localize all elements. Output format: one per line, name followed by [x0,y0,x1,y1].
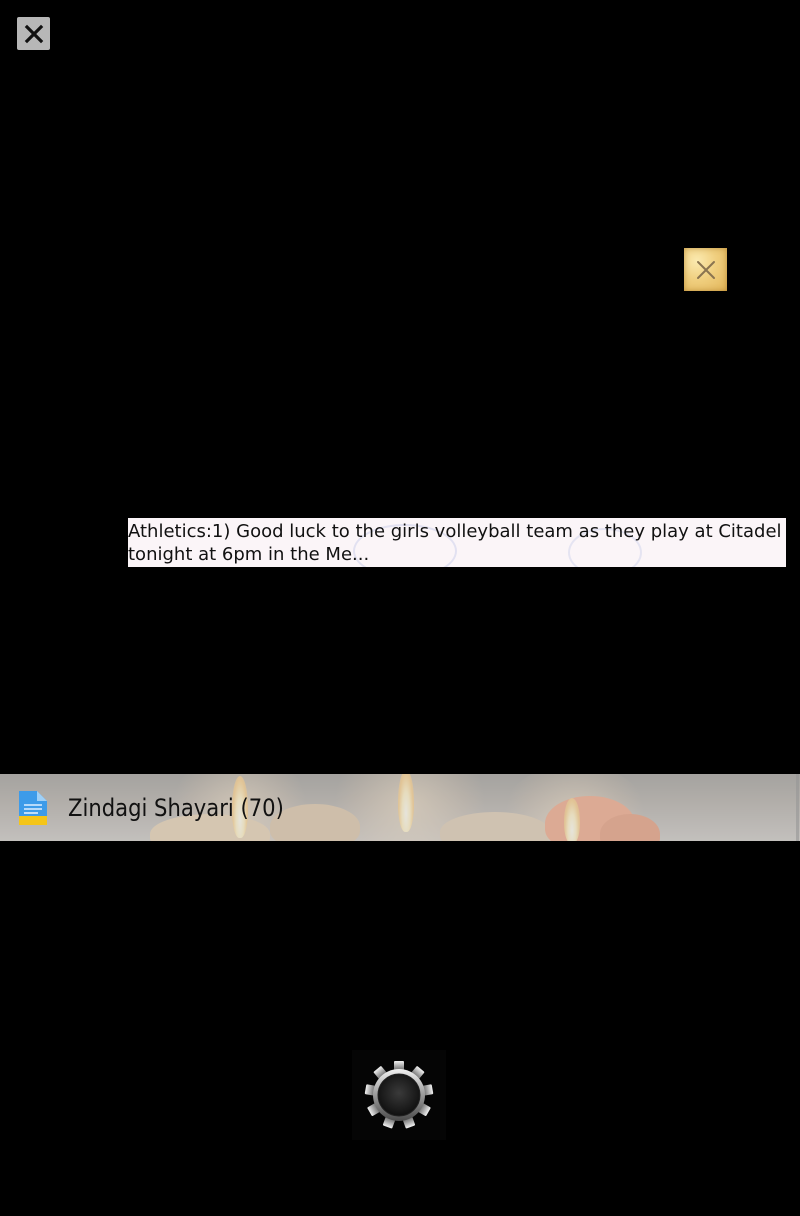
close-icon [696,260,715,279]
settings-button[interactable] [352,1050,446,1140]
list-item-content: Zindagi Shayari (70) [0,774,800,841]
document-icon [18,790,48,826]
news-ticker-text: Athletics:1) Good luck to the girls voll… [128,521,782,565]
app-screen: Athletics:1) Good luck to the girls voll… [0,0,800,1216]
list-item[interactable]: Zindagi Shayari (70) [0,774,800,841]
ad-close-button[interactable] [684,248,727,291]
scrollbar [796,774,799,841]
close-button[interactable] [17,17,50,50]
gear-icon [364,1061,434,1129]
list-item-label: Zindagi Shayari (70) [68,793,284,822]
news-ticker[interactable]: Athletics:1) Good luck to the girls voll… [128,518,786,567]
close-icon [24,24,43,43]
